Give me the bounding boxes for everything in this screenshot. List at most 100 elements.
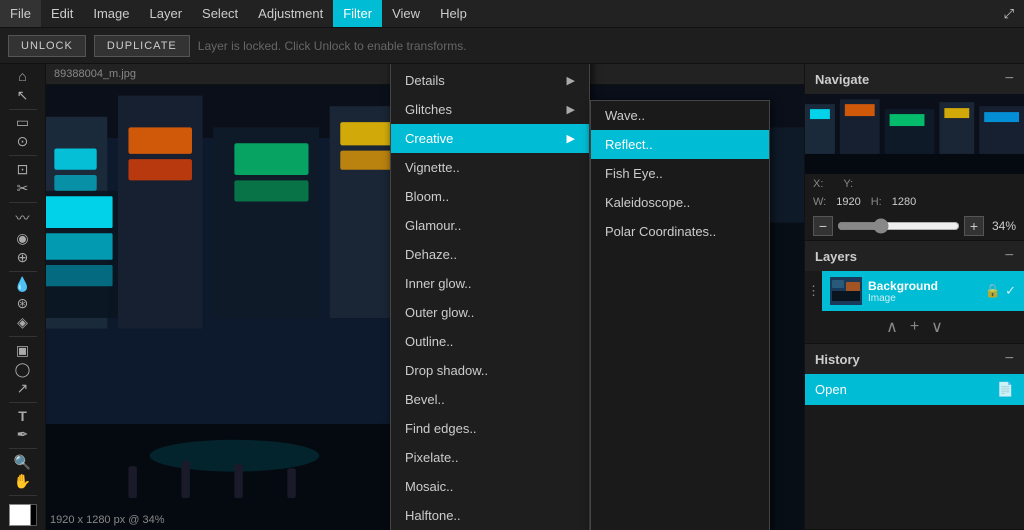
filter-bevel[interactable]: Bevel.. <box>391 385 589 414</box>
layer-actions: 🔒 ✓ <box>985 283 1016 299</box>
right-panel: Navigate − <box>804 64 1024 530</box>
creative-reflect[interactable]: Reflect.. <box>591 130 769 159</box>
layer-thumbnail <box>830 277 862 305</box>
filter-find-edges[interactable]: Find edges.. <box>391 414 589 443</box>
filter-pixelate[interactable]: Pixelate.. <box>391 443 589 472</box>
w-label: W: <box>813 196 826 208</box>
creative-arrow: ▶ <box>567 132 575 145</box>
zoom-in-button[interactable]: + <box>964 216 984 236</box>
layers-title: Layers <box>815 249 857 264</box>
lasso-tool[interactable]: ⊙ <box>7 133 39 150</box>
layer-add-button[interactable]: + <box>910 318 919 336</box>
fill-tool[interactable]: 💧 <box>7 276 39 293</box>
filter-vignette[interactable]: Vignette.. <box>391 153 589 182</box>
menu-file[interactable]: File <box>0 0 41 27</box>
gradient-tool[interactable]: ◈ <box>7 314 39 331</box>
filter-glamour[interactable]: Glamour.. <box>391 211 589 240</box>
tool-separator-5 <box>9 336 37 337</box>
zoom-percentage: 34% <box>992 219 1016 233</box>
creative-polar-coordinates[interactable]: Polar Coordinates.. <box>591 217 769 246</box>
pattern-tool[interactable]: ⊛ <box>7 295 39 312</box>
canvas-area: 89388004_m.jpg <box>46 64 804 530</box>
filter-drop-shadow[interactable]: Drop shadow.. <box>391 356 589 385</box>
menu-filter[interactable]: Filter <box>333 0 382 27</box>
y-label: Y: <box>843 178 853 190</box>
nav-city-preview <box>805 94 1024 174</box>
ellipse-tool[interactable]: ◯ <box>7 361 39 378</box>
pen-tool[interactable]: ✒ <box>7 426 39 443</box>
filter-details[interactable]: Details ▶ <box>391 66 589 95</box>
layer-background[interactable]: Background Image 🔒 ✓ <box>822 271 1024 311</box>
healing-tool[interactable]: ◉ <box>7 230 39 247</box>
layers-collapse[interactable]: − <box>1005 247 1014 265</box>
navigate-header: Navigate − <box>805 64 1024 94</box>
scissors-tool[interactable]: ✂ <box>7 180 39 197</box>
navigate-coords: X: Y: <box>805 174 1024 194</box>
filter-halftone[interactable]: Halftone.. <box>391 501 589 530</box>
history-header: History − <box>805 344 1024 374</box>
layer-move-down-button[interactable]: ∨ <box>931 317 943 337</box>
clone-tool[interactable]: ⊕ <box>7 249 39 266</box>
left-toolbar: ⌂ ↖ ▭ ⊙ ⊡ ✂ 〰 ◉ ⊕ 💧 ⊛ ◈ ▣ ◯ ↗ T ✒ 🔍 ✋ <box>0 64 46 530</box>
zoom-slider[interactable] <box>837 218 960 234</box>
rect-shape-tool[interactable]: ▣ <box>7 342 39 359</box>
filter-mosaic[interactable]: Mosaic.. <box>391 472 589 501</box>
layer-info: Background Image <box>868 279 979 304</box>
crop-tool[interactable]: ⊡ <box>7 161 39 178</box>
unlock-button[interactable]: UNLOCK <box>8 35 86 57</box>
layer-row: ⋮ Background Image <box>805 271 1024 311</box>
menu-adjustment[interactable]: Adjustment <box>248 0 333 27</box>
arrow-tool[interactable]: ↗ <box>7 380 39 397</box>
layer-visibility-icon[interactable]: ✓ <box>1005 283 1016 299</box>
filter-outer-glow[interactable]: Outer glow.. <box>391 298 589 327</box>
expand-icon[interactable]: ⤢ <box>994 0 1024 27</box>
select-rect-tool[interactable]: ▭ <box>7 114 39 131</box>
zoom-tool[interactable]: 🔍 <box>7 454 39 471</box>
tool-separator-8 <box>9 495 37 496</box>
navigate-title: Navigate <box>815 72 869 87</box>
layer-thumb-svg <box>830 277 862 305</box>
menu-edit[interactable]: Edit <box>41 0 83 27</box>
wave-tool[interactable]: 〰 <box>7 208 39 228</box>
history-open[interactable]: Open 📄 <box>805 374 1024 405</box>
menu-image[interactable]: Image <box>83 0 139 27</box>
creative-fish-eye[interactable]: Fish Eye.. <box>591 159 769 188</box>
filter-inner-glow[interactable]: Inner glow.. <box>391 269 589 298</box>
zoom-row: − + 34% <box>805 212 1024 240</box>
creative-wave[interactable]: Wave.. <box>591 101 769 130</box>
menu-help[interactable]: Help <box>430 0 477 27</box>
menu-view[interactable]: View <box>382 0 430 27</box>
creative-kaleidoscope[interactable]: Kaleidoscope.. <box>591 188 769 217</box>
home-tool[interactable]: ⌂ <box>7 68 39 85</box>
layer-move-up-button[interactable]: ∧ <box>886 317 898 337</box>
filter-menu: Effect library.. Details ▶ Glitches ▶ Cr… <box>390 64 590 530</box>
history-section: History − Open 📄 <box>805 344 1024 530</box>
history-collapse[interactable]: − <box>1005 350 1014 368</box>
navigate-thumbnail[interactable] <box>805 94 1024 174</box>
move-tool[interactable]: ↖ <box>7 87 39 104</box>
zoom-out-button[interactable]: − <box>813 216 833 236</box>
filter-outline[interactable]: Outline.. <box>391 327 589 356</box>
navigate-dims: W: 1920 H: 1280 <box>805 194 1024 212</box>
filter-dehaze[interactable]: Dehaze.. <box>391 240 589 269</box>
layer-type: Image <box>868 293 979 304</box>
filter-glitches[interactable]: Glitches ▶ <box>391 95 589 124</box>
layer-lock-icon[interactable]: 🔒 <box>985 283 1001 299</box>
layer-dots-menu[interactable]: ⋮ <box>805 279 822 303</box>
menu-layer[interactable]: Layer <box>140 0 193 27</box>
pan-tool[interactable]: ✋ <box>7 473 39 490</box>
filter-bloom[interactable]: Bloom.. <box>391 182 589 211</box>
menubar: File Edit Image Layer Select Adjustment … <box>0 0 1024 28</box>
creative-submenu: Wave.. Reflect.. Fish Eye.. Kaleidoscope… <box>590 100 770 530</box>
h-label: H: <box>871 196 882 208</box>
navigate-collapse[interactable]: − <box>1005 70 1014 88</box>
text-tool[interactable]: T <box>7 407 39 424</box>
foreground-color-swatch[interactable] <box>9 504 31 526</box>
color-swatch[interactable] <box>5 504 41 526</box>
duplicate-button[interactable]: DUPLICATE <box>94 35 190 57</box>
layers-header: Layers − <box>805 241 1024 271</box>
filter-creative[interactable]: Creative ▶ <box>391 124 589 153</box>
menu-select[interactable]: Select <box>192 0 248 27</box>
toolbar: UNLOCK DUPLICATE Layer is locked. Click … <box>0 28 1024 64</box>
nav-preview-svg <box>805 94 1024 174</box>
